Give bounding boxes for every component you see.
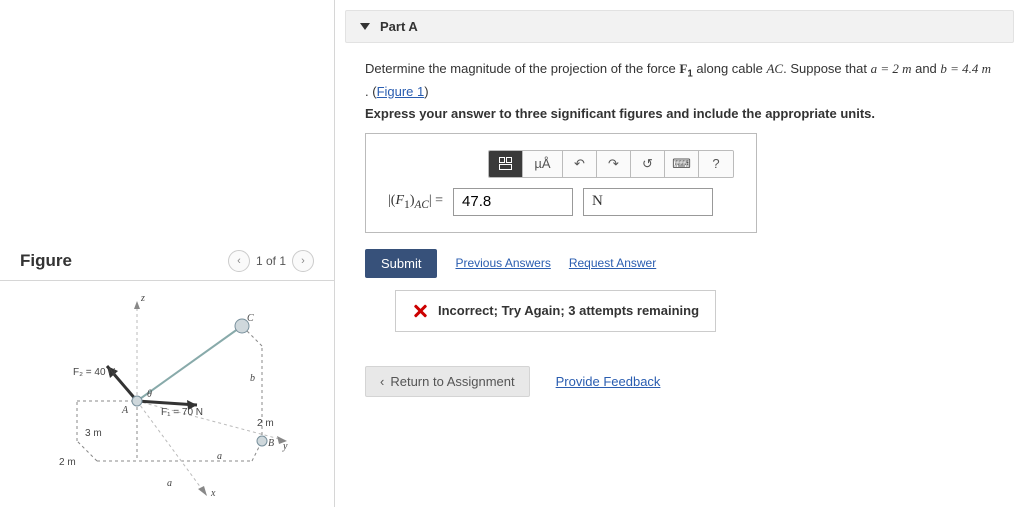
action-row: Submit Previous Answers Request Answer (365, 249, 994, 278)
dim-b-label: b (250, 373, 255, 384)
dim-3m-label: 3 m (85, 428, 102, 439)
answer-unit-input[interactable] (583, 188, 713, 216)
force-diagram: z y x C A B F₂ = 40 N F₁ = 70 N θ 3 m 2 … (37, 291, 297, 501)
undo-button[interactable]: ↶ (563, 151, 597, 177)
chevron-left-icon: ‹ (380, 374, 384, 389)
instruction-text: Express your answer to three significant… (365, 106, 994, 121)
theta-label: θ (147, 389, 152, 400)
dim-a2-label: a (167, 478, 172, 489)
question-text: Determine the magnitude of the projectio… (365, 59, 994, 102)
pager-prev-button[interactable]: ‹ (228, 250, 250, 272)
reset-button[interactable]: ↺ (631, 151, 665, 177)
templates-button[interactable] (489, 151, 523, 177)
feedback-box: Incorrect; Try Again; 3 attempts remaini… (395, 290, 716, 332)
figure-pager: ‹ 1 of 1 › (228, 250, 314, 272)
point-a-label: A (121, 405, 129, 416)
redo-button[interactable]: ↷ (597, 151, 631, 177)
units-button[interactable]: µÅ (523, 151, 563, 177)
part-header[interactable]: Part A (345, 10, 1014, 43)
footer-row: ‹ Return to Assignment Provide Feedback (365, 366, 994, 397)
answer-lhs: |(F1)AC| = (388, 193, 443, 211)
dim-a-label: a (217, 451, 222, 462)
answer-box: µÅ ↶ ↷ ↺ ⌨ ? |(F1)AC| = (365, 133, 757, 233)
axis-x-label: x (210, 488, 216, 499)
help-button[interactable]: ? (699, 151, 733, 177)
dim-2m-left-label: 2 m (59, 457, 76, 468)
collapse-icon (360, 23, 370, 30)
point-b-label: B (268, 438, 274, 449)
figure-link[interactable]: Figure 1 (377, 84, 425, 99)
question-pane: Part A Determine the magnitude of the pr… (335, 0, 1024, 507)
figure-title: Figure (20, 251, 72, 271)
keyboard-button[interactable]: ⌨ (665, 151, 699, 177)
submit-button[interactable]: Submit (365, 249, 437, 278)
answer-value-input[interactable] (453, 188, 573, 216)
part-title: Part A (380, 19, 418, 34)
equation-row: |(F1)AC| = (388, 188, 734, 216)
figure-pane: Figure ‹ 1 of 1 › (0, 0, 335, 507)
pager-text: 1 of 1 (256, 254, 286, 268)
figure-header: Figure ‹ 1 of 1 › (0, 250, 334, 281)
incorrect-icon (412, 303, 428, 319)
provide-feedback-link[interactable]: Provide Feedback (556, 374, 661, 389)
previous-answers-link[interactable]: Previous Answers (455, 256, 550, 270)
pager-next-button[interactable]: › (292, 250, 314, 272)
answer-toolbar: µÅ ↶ ↷ ↺ ⌨ ? (488, 150, 734, 178)
axis-z-label: z (140, 293, 145, 304)
dim-2m-right-label: 2 m (257, 418, 274, 429)
return-button[interactable]: ‹ Return to Assignment (365, 366, 530, 397)
point-c-label: C (247, 313, 254, 324)
feedback-text: Incorrect; Try Again; 3 attempts remaini… (438, 303, 699, 318)
axis-y-label: y (282, 441, 288, 452)
f2-label: F₂ = 40 N (73, 367, 116, 378)
f1-label: F₁ = 70 N (161, 407, 203, 418)
request-answer-link[interactable]: Request Answer (569, 256, 656, 270)
figure-body: z y x C A B F₂ = 40 N F₁ = 70 N θ 3 m 2 … (0, 281, 334, 501)
